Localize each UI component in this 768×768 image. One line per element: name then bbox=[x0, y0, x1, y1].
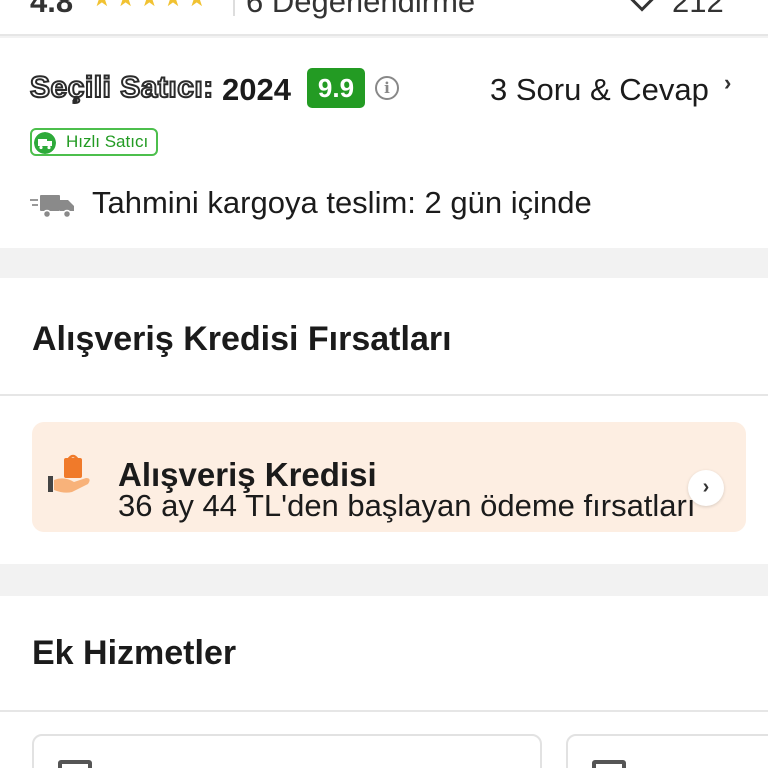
service-card-icon bbox=[58, 760, 92, 768]
service-card[interactable] bbox=[32, 734, 542, 768]
service-card-icon bbox=[592, 760, 626, 768]
fast-seller-label: Hızlı Satıcı bbox=[66, 132, 149, 151]
truck-icon bbox=[30, 195, 74, 219]
rating-stars: ★★★★★ bbox=[92, 0, 211, 12]
favorite-count: 212 bbox=[672, 0, 724, 19]
qa-link[interactable]: 3 Soru & Cevap bbox=[490, 72, 709, 108]
extra-services-title: Ek Hizmetler bbox=[32, 634, 237, 672]
seller-score-badge: 9.9 bbox=[307, 68, 365, 108]
credit-section-title: Alışveriş Kredisi Fırsatları bbox=[32, 320, 452, 358]
delivery-estimate: Tahmini kargoya teslim: 2 gün içinde bbox=[92, 185, 592, 220]
credit-section: Alışveriş Kredisi Fırsatları Alışveriş K… bbox=[0, 278, 768, 564]
truck-badge-icon bbox=[34, 132, 56, 154]
rating-value: 4.8 bbox=[30, 0, 74, 19]
credit-offer-card[interactable]: Alışveriş Kredisi 36 ay 44 TL'den başlay… bbox=[32, 422, 746, 532]
rating-separator bbox=[233, 0, 235, 16]
chevron-right-icon[interactable]: › bbox=[724, 70, 731, 96]
divider bbox=[0, 394, 768, 396]
rating-row: 4.8 ★★★★★ 6 Değerlendirme 212 bbox=[0, 0, 768, 36]
heart-icon[interactable] bbox=[624, 0, 660, 14]
shopping-bag-hand-icon bbox=[48, 454, 90, 493]
fast-seller-badge: Hızlı Satıcı bbox=[30, 128, 159, 156]
service-card[interactable] bbox=[566, 734, 768, 768]
extra-services-section: Ek Hizmetler bbox=[0, 596, 768, 768]
seller-label: Seçili Satıcı: bbox=[29, 70, 214, 105]
divider bbox=[0, 710, 768, 712]
chevron-right-icon[interactable]: › bbox=[688, 470, 724, 506]
reviews-link[interactable]: 6 Değerlendirme bbox=[246, 0, 475, 20]
info-icon[interactable]: i bbox=[375, 76, 399, 100]
seller-card: Seçili Satıcı: 2024 9.9 i 3 Soru & Cevap… bbox=[0, 38, 768, 248]
seller-name[interactable]: 2024 bbox=[222, 72, 291, 108]
credit-card-subtitle: 36 ay 44 TL'den başlayan ödeme fırsatlar… bbox=[118, 488, 696, 523]
